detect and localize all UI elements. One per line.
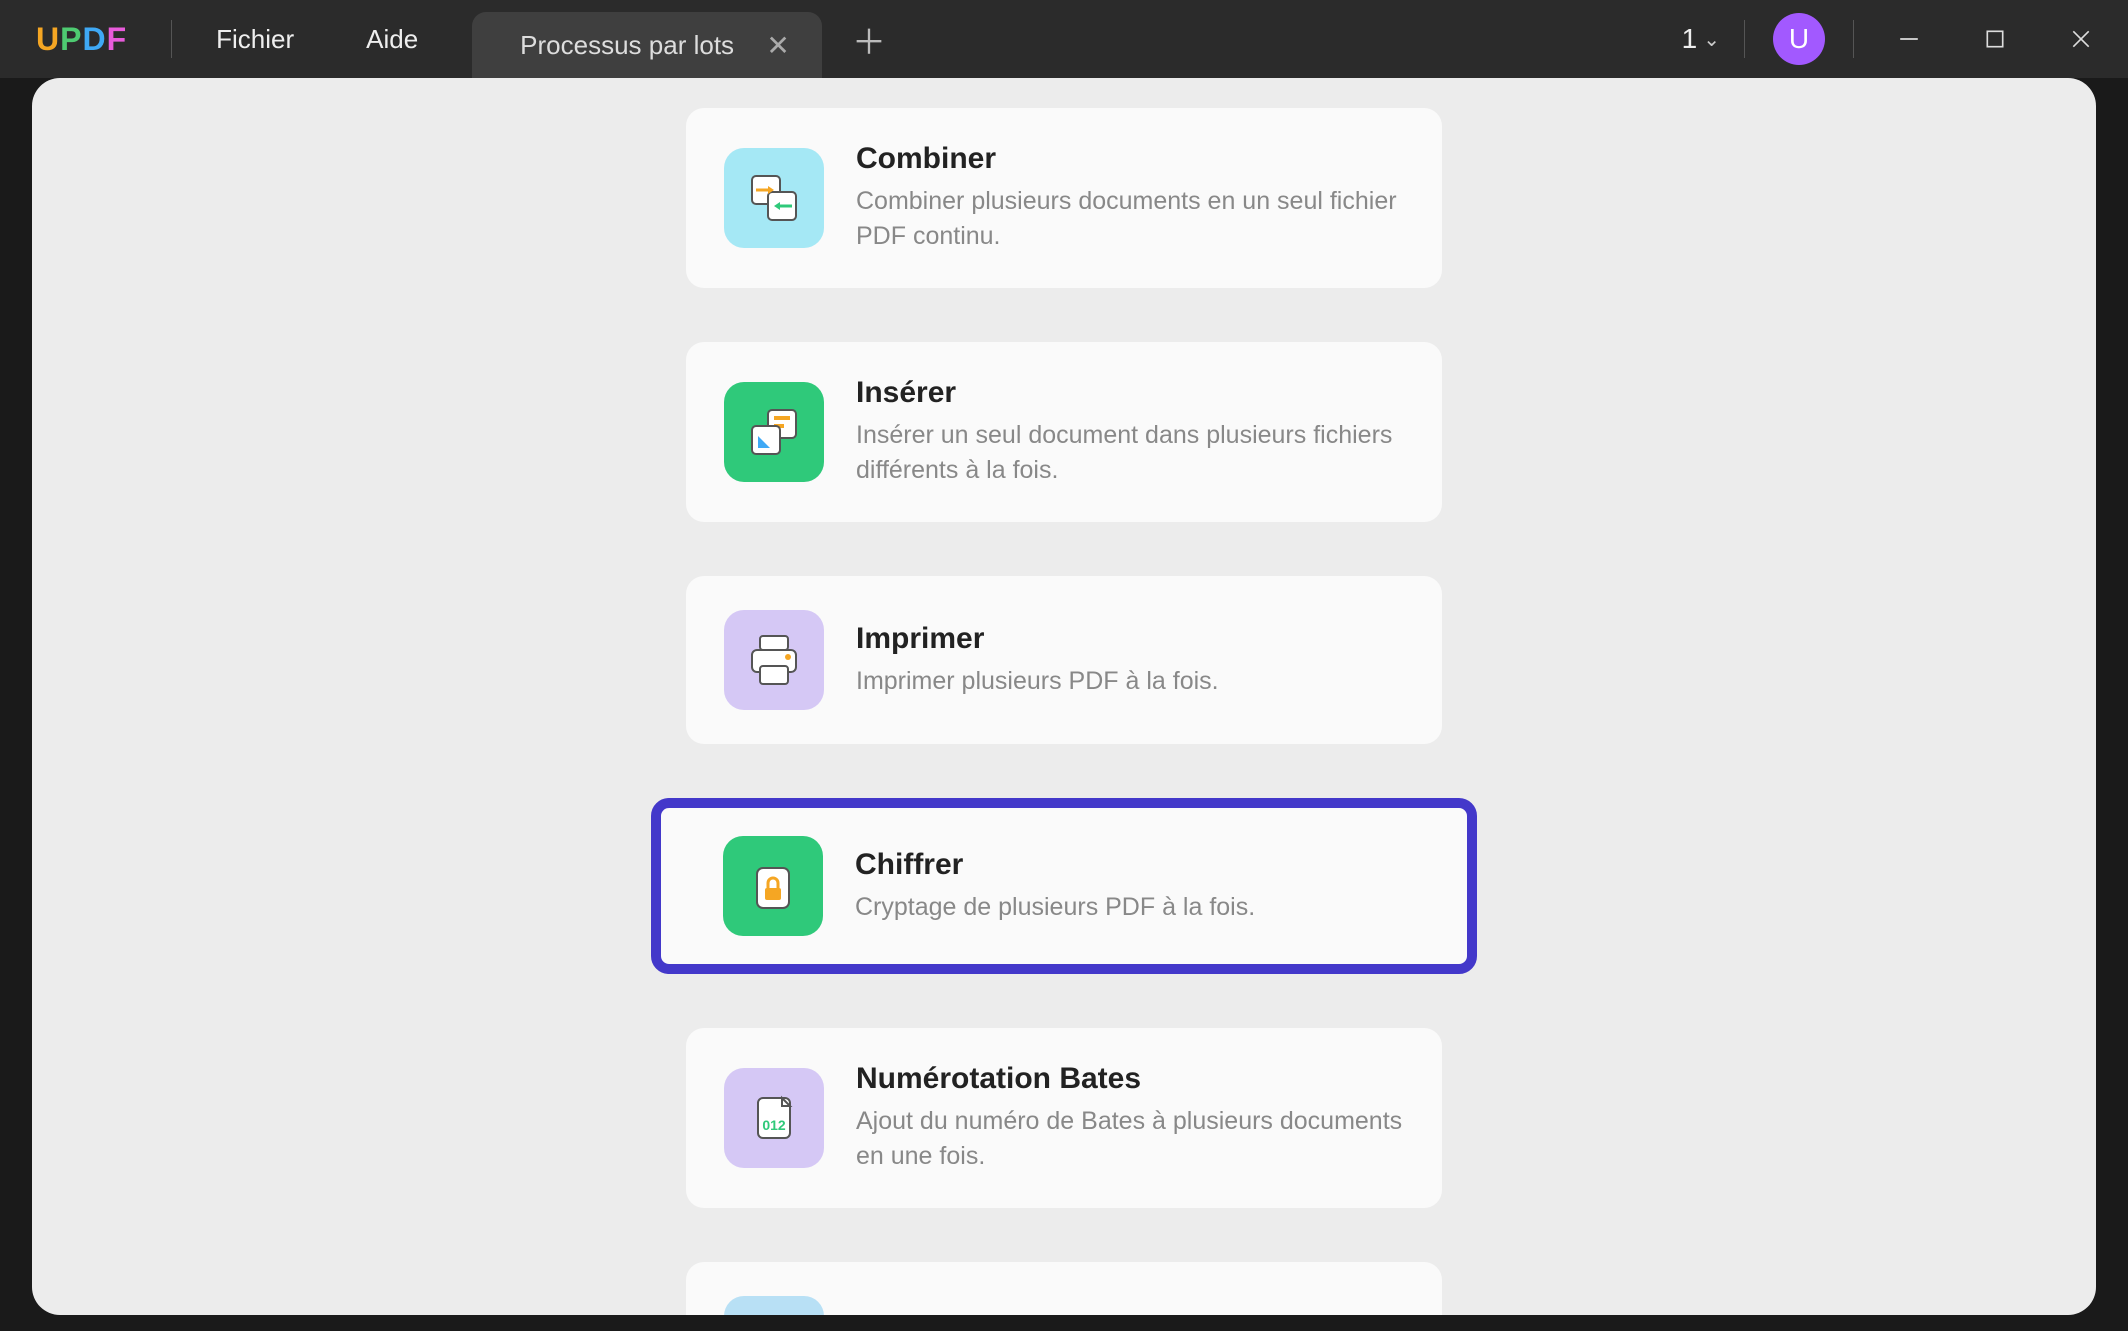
divider (1853, 20, 1854, 58)
card-desc: Insérer un seul document dans plusieurs … (856, 418, 1404, 488)
card-print[interactable]: Imprimer Imprimer plusieurs PDF à la foi… (686, 576, 1442, 744)
divider (171, 20, 172, 58)
card-text: Insérer Insérer un seul document dans pl… (856, 376, 1404, 488)
card-title: Combiner (856, 142, 1404, 176)
card-encrypt[interactable]: Chiffrer Cryptage de plusieurs PDF à la … (651, 798, 1477, 974)
divider (1744, 20, 1745, 58)
tabs: Processus par lots ✕ ＋ (454, 0, 1673, 78)
card-text: Chiffrer Cryptage de plusieurs PDF à la … (855, 848, 1405, 925)
card-title: Chiffrer (855, 848, 1405, 882)
avatar[interactable]: U (1773, 13, 1825, 65)
menu-help[interactable]: Aide (330, 0, 454, 78)
card-title: Numérotation Bates (856, 1062, 1404, 1096)
content-area: Combiner Combiner plusieurs documents en… (32, 78, 2096, 1315)
card-title: Imprimer (856, 622, 1404, 656)
tab-counter-dropdown[interactable]: 1 ⌄ (1674, 23, 1728, 55)
combine-icon (724, 148, 824, 248)
avatar-letter: U (1789, 23, 1809, 55)
card-desc: Imprimer plusieurs PDF à la fois. (856, 664, 1404, 699)
card-desc: Cryptage de plusieurs PDF à la fois. (855, 890, 1405, 925)
chevron-down-icon: ⌄ (1703, 27, 1720, 52)
card-title: Insérer (856, 376, 1404, 410)
print-icon (724, 610, 824, 710)
card-desc: Combiner plusieurs documents en un seul … (856, 184, 1404, 254)
tab-label: Processus par lots (520, 30, 734, 61)
svg-text:012: 012 (762, 1117, 786, 1133)
card-desc: Ajout du numéro de Bates à plusieurs doc… (856, 1104, 1404, 1174)
window-controls: 1 ⌄ U (1674, 10, 2128, 68)
create-pdf-icon (724, 1296, 824, 1315)
card-text: Numérotation Bates Ajout du numéro de Ba… (856, 1062, 1404, 1174)
card-text: Imprimer Imprimer plusieurs PDF à la foi… (856, 622, 1404, 699)
titlebar: UPDF Fichier Aide Processus par lots ✕ ＋… (0, 0, 2128, 78)
cards-list: Combiner Combiner plusieurs documents en… (32, 108, 2096, 1315)
minimize-button[interactable] (1870, 10, 1948, 68)
card-combine[interactable]: Combiner Combiner plusieurs documents en… (686, 108, 1442, 288)
counter-value: 1 (1682, 23, 1698, 55)
card-text: Combiner Combiner plusieurs documents en… (856, 142, 1404, 254)
add-tab-button[interactable]: ＋ (822, 15, 916, 64)
maximize-button[interactable] (1956, 10, 2034, 68)
card-create[interactable]: Créer Un PDF (686, 1262, 1442, 1315)
app-logo: UPDF (0, 21, 163, 58)
tab-batch[interactable]: Processus par lots ✕ (472, 12, 822, 78)
bates-icon: 012 (724, 1068, 824, 1168)
close-icon[interactable]: ✕ (762, 29, 794, 62)
card-insert[interactable]: Insérer Insérer un seul document dans pl… (686, 342, 1442, 522)
lock-icon (723, 836, 823, 936)
menu-file[interactable]: Fichier (180, 0, 330, 78)
close-button[interactable] (2042, 10, 2120, 68)
insert-icon (724, 382, 824, 482)
card-bates[interactable]: 012 Numérotation Bates Ajout du numéro d… (686, 1028, 1442, 1208)
